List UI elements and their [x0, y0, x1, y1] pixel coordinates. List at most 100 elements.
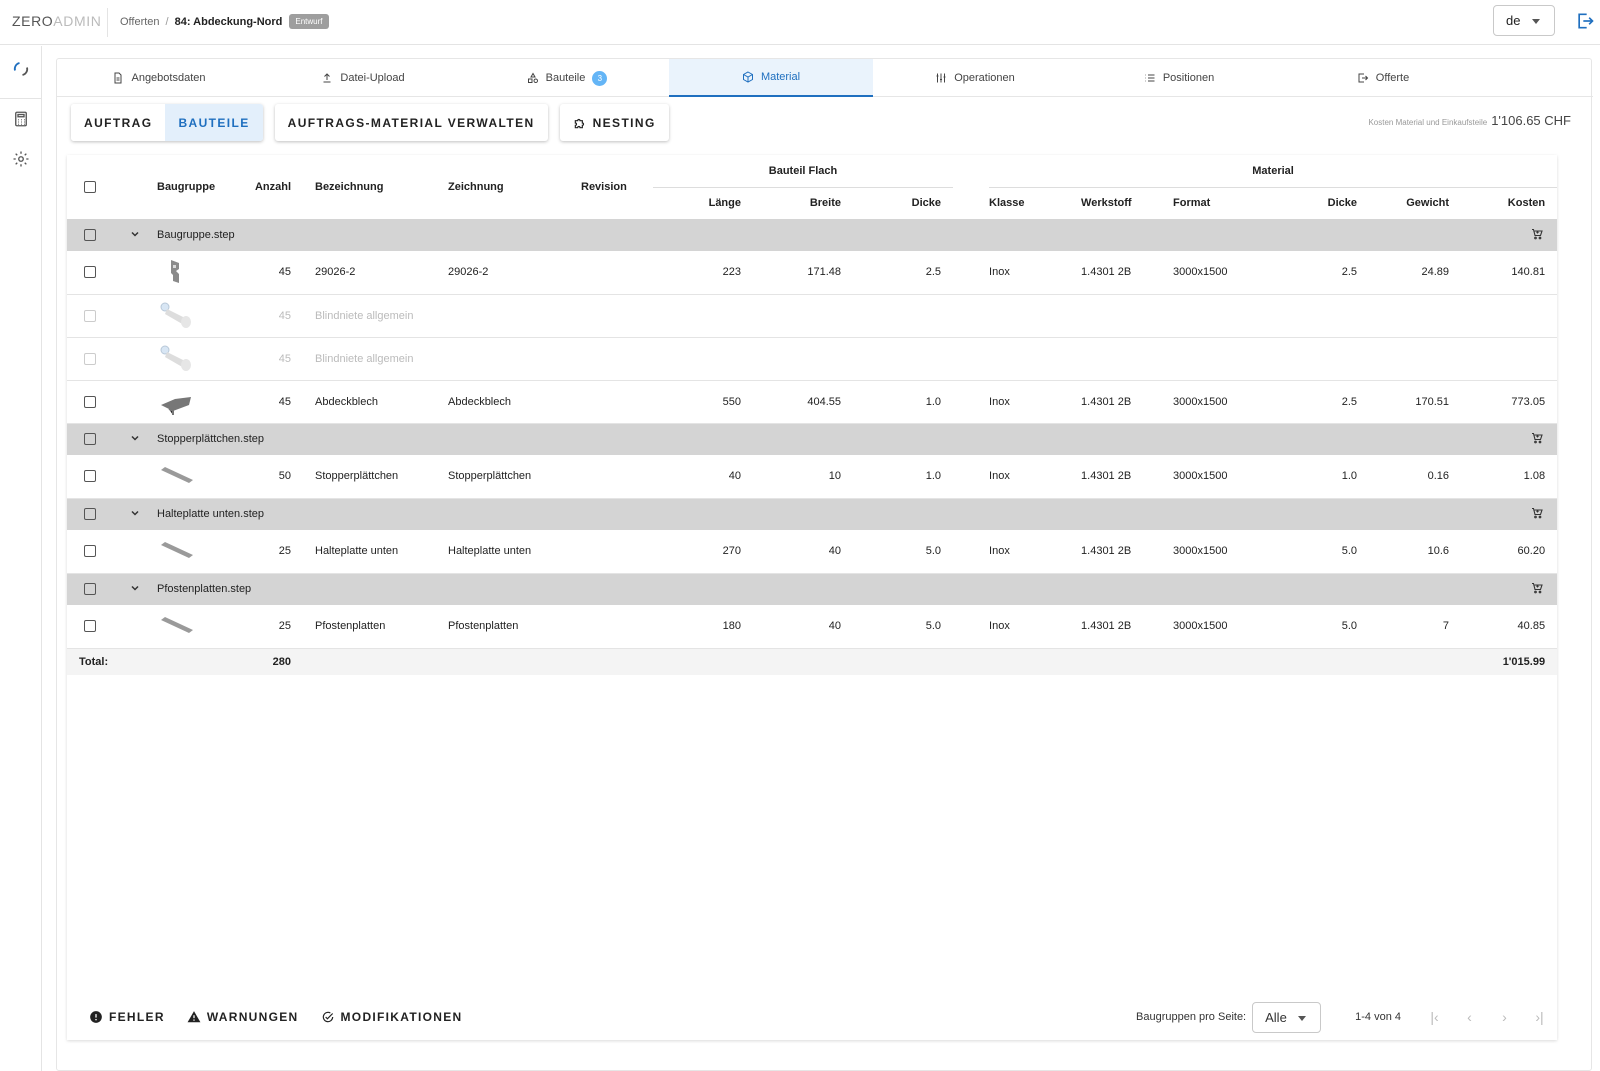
row-checkbox[interactable]	[84, 352, 96, 365]
checkbox-cell[interactable]	[67, 294, 113, 338]
loading-spinner-icon[interactable]	[12, 60, 30, 78]
modifikationen-label: MODIFIKATIONEN	[340, 1010, 463, 1024]
checkbox-cell[interactable]	[67, 498, 113, 530]
col-kosten[interactable]: Kosten	[1461, 187, 1557, 219]
part-thumbnail	[157, 294, 235, 338]
group-row[interactable]: Stopperplättchen.step	[67, 423, 1558, 455]
checkbox-cell[interactable]	[67, 605, 113, 649]
cell-mdicke: 5.0	[1277, 530, 1370, 574]
chevron-down-icon[interactable]	[113, 423, 157, 455]
cell-zeichnung: Halteplatte unten	[448, 530, 581, 574]
row-checkbox[interactable]	[84, 620, 96, 633]
col-bezeichnung[interactable]: Bezeichnung	[315, 155, 448, 219]
breadcrumb-offerten[interactable]: Offerten	[120, 16, 160, 28]
toggle-bauteile-button[interactable]: BAUTEILE	[165, 104, 263, 141]
header-select-all[interactable]	[67, 155, 113, 219]
warning-icon	[187, 1011, 201, 1023]
col-klasse[interactable]: Klasse	[989, 187, 1081, 219]
per-page-select[interactable]: Alle	[1252, 1001, 1322, 1033]
checkbox-cell[interactable]	[67, 573, 113, 605]
col-format[interactable]: Format	[1173, 187, 1277, 219]
warnungen-filter-button[interactable]: WARNUNGEN	[187, 1010, 299, 1024]
part-thumbnail	[157, 605, 235, 649]
gear-icon[interactable]	[12, 150, 30, 168]
checkbox-cell[interactable]	[67, 380, 113, 424]
modifikationen-filter-button[interactable]: MODIFIKATIONEN	[321, 1010, 463, 1024]
row-checkbox[interactable]	[84, 229, 96, 242]
manage-material-button[interactable]: AUFTRAGS-MATERIAL VERWALTEN	[274, 104, 548, 141]
row-checkbox[interactable]	[84, 508, 96, 521]
table-row[interactable]: 45 29026-2 29026-2 223 171.48 2.5 Inox 1.4301 2…	[67, 251, 1558, 295]
cell-mdicke: 2.5	[1277, 251, 1370, 295]
cell-werkstoff: 1.4301 2B	[1081, 605, 1174, 649]
language-select[interactable]: de	[1493, 5, 1555, 36]
col-laenge[interactable]: Länge	[653, 187, 753, 219]
col-baugruppe[interactable]: Baugruppe	[157, 155, 235, 219]
next-page-icon[interactable]: ›	[1487, 1002, 1522, 1032]
table-row[interactable]: 25 Halteplatte unten Halteplatte unten 270 4…	[67, 530, 1558, 574]
logout-icon[interactable]	[1575, 11, 1595, 31]
tab-material[interactable]: Material	[669, 59, 873, 97]
logo-bold: ZERO	[12, 13, 54, 29]
cell-mdicke: 2.5	[1277, 380, 1370, 424]
checkbox-cell[interactable]	[67, 423, 113, 455]
col-anzahl[interactable]: Anzahl	[235, 155, 291, 219]
cell-revision	[581, 251, 653, 295]
first-page-icon[interactable]: |‹	[1417, 1002, 1452, 1032]
nesting-button[interactable]: NESTING	[559, 104, 669, 141]
app-logo[interactable]: ZEROADMIN	[12, 13, 101, 29]
col-revision[interactable]: Revision	[581, 155, 653, 219]
row-checkbox[interactable]	[84, 309, 96, 322]
row-checkbox[interactable]	[84, 395, 96, 408]
calculator-icon[interactable]	[12, 110, 30, 128]
tab-bauteile[interactable]: Bauteile 3	[465, 59, 669, 97]
chevron-down-icon[interactable]	[113, 219, 157, 251]
table-row[interactable]: 45 Blindniete allgemein	[67, 337, 1558, 381]
group-row[interactable]: Pfostenplatten.step	[67, 573, 1558, 605]
tab-angebotsdaten[interactable]: Angebotsdaten	[57, 59, 261, 97]
row-checkbox[interactable]	[84, 266, 96, 279]
fehler-filter-button[interactable]: FEHLER	[89, 1010, 165, 1024]
table-row[interactable]: 25 Pfostenplatten Pfostenplatten 180 40 5.0 In…	[67, 605, 1558, 649]
cost-label: Kosten Material und Einkaufsteile	[1368, 118, 1488, 127]
checkbox-cell[interactable]	[67, 337, 113, 381]
row-checkbox[interactable]	[84, 470, 96, 483]
table-row[interactable]: 45 Blindniete allgemein	[67, 294, 1558, 338]
table-row[interactable]: 50 Stopperplättchen Stopperplättchen 40 10 1.…	[67, 455, 1558, 499]
col-dicke[interactable]: Dicke	[853, 187, 953, 219]
select-all-checkbox[interactable]	[84, 181, 96, 194]
col-material-dicke[interactable]: Dicke	[1277, 187, 1369, 219]
toggle-auftrag-button[interactable]: AUFTRAG	[71, 104, 166, 141]
chevron-down-icon[interactable]	[113, 498, 157, 530]
cell-anzahl: 45	[235, 337, 291, 381]
row-checkbox[interactable]	[84, 433, 96, 446]
cell-kosten: 773.05	[1461, 380, 1558, 424]
table-row[interactable]: 45 Abdeckblech Abdeckblech 550 404.55 1.0 Inox…	[67, 380, 1558, 424]
cart-icon[interactable]	[1461, 498, 1558, 530]
col-werkstoff[interactable]: Werkstoff	[1081, 187, 1173, 219]
tab-operationen[interactable]: Operationen	[873, 59, 1077, 97]
chevron-down-icon[interactable]	[113, 573, 157, 605]
checkbox-cell[interactable]	[67, 455, 113, 499]
checkbox-cell[interactable]	[67, 251, 113, 295]
tab-positionen[interactable]: Positionen	[1077, 59, 1281, 97]
tab-label: Angebotsdaten	[131, 72, 206, 84]
tab-offerte[interactable]: Offerte	[1281, 59, 1485, 97]
col-gewicht[interactable]: Gewicht	[1369, 187, 1461, 219]
checkbox-cell[interactable]	[67, 219, 113, 251]
prev-page-icon[interactable]: ‹	[1452, 1002, 1487, 1032]
cart-icon[interactable]	[1461, 573, 1558, 605]
group-row[interactable]: Baugruppe.step	[67, 219, 1558, 251]
cart-icon[interactable]	[1461, 219, 1558, 251]
checkbox-cell[interactable]	[67, 530, 113, 574]
group-row[interactable]: Halteplatte unten.step	[67, 498, 1558, 530]
tab-datei-upload[interactable]: Datei-Upload	[261, 59, 465, 97]
col-zeichnung[interactable]: Zeichnung	[448, 155, 581, 219]
row-checkbox[interactable]	[84, 583, 96, 596]
sliders-icon	[936, 73, 946, 83]
cart-icon[interactable]	[1461, 423, 1558, 455]
col-breite[interactable]: Breite	[753, 187, 853, 219]
cell-dicke	[853, 337, 954, 381]
row-checkbox[interactable]	[84, 545, 96, 558]
last-page-icon[interactable]: ›|	[1522, 1002, 1557, 1032]
